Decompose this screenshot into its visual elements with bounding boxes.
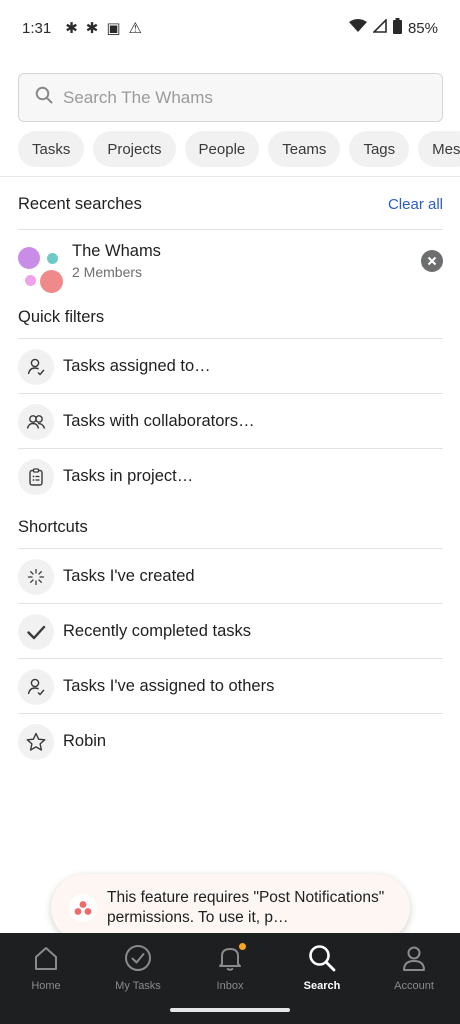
search-input[interactable] <box>63 87 403 108</box>
quick-filter-assigned-to[interactable]: Tasks assigned to… <box>18 339 443 394</box>
quick-filter-label: Tasks in project… <box>63 467 194 485</box>
clear-all-button[interactable]: Clear all <box>388 196 443 213</box>
sparkle-icon <box>18 558 54 595</box>
permission-toast[interactable]: This feature requires "Post Notification… <box>51 874 410 942</box>
inbox-badge <box>239 943 246 950</box>
recent-searches-header: Recent searches Clear all <box>18 190 443 218</box>
star-icon <box>18 723 54 760</box>
status-bar: 1:31 ✱ ✱ ▣ ⚠ 85% <box>0 0 460 56</box>
nav-label: My Tasks <box>115 980 161 992</box>
home-icon <box>32 943 60 973</box>
search-box[interactable] <box>18 73 443 122</box>
shortcut-label: Recently completed tasks <box>63 622 252 640</box>
bell-icon <box>216 943 246 973</box>
shortcut-robin[interactable]: Robin <box>18 714 443 769</box>
avatar-dot <box>25 275 36 286</box>
nav-label: Inbox <box>216 980 244 992</box>
person-check-icon <box>18 348 54 385</box>
toast-message: This feature requires "Post Notification… <box>107 889 385 926</box>
shortcuts-title: Shortcuts <box>18 517 88 536</box>
status-bar-right: 85% <box>348 18 438 38</box>
shortcuts-header: Shortcuts <box>18 513 443 541</box>
quick-filter-collaborators[interactable]: Tasks with collaborators… <box>18 394 443 449</box>
shortcut-recently-completed[interactable]: Recently completed tasks <box>18 604 443 659</box>
chip-people[interactable]: People <box>184 131 260 167</box>
search-icon <box>307 943 337 973</box>
shortcut-label: Tasks I've assigned to others <box>63 677 275 695</box>
shortcut-label: Tasks I've created <box>63 567 195 585</box>
quick-filter-in-project[interactable]: Tasks in project… <box>18 449 443 504</box>
calendar-icon: ▣ <box>106 19 121 37</box>
divider <box>0 176 460 177</box>
nav-label: Search <box>303 980 341 992</box>
recent-searches-title: Recent searches <box>18 194 142 213</box>
slack-icon: ✱ <box>65 19 78 37</box>
warning-icon: ⚠ <box>128 19 142 37</box>
clipboard-icon <box>18 458 54 495</box>
avatar-dot <box>18 247 40 269</box>
asana-logo-icon <box>69 894 97 922</box>
chip-projects[interactable]: Projects <box>93 131 176 167</box>
wifi-icon <box>348 19 367 37</box>
team-avatar <box>18 238 64 293</box>
avatar-dot <box>47 253 58 264</box>
close-icon <box>427 256 437 266</box>
recent-search-item[interactable]: The Whams 2 Members <box>18 231 443 293</box>
chip-tasks[interactable]: Tasks <box>18 131 85 167</box>
search-icon <box>35 86 53 109</box>
battery-icon <box>392 18 402 38</box>
status-time: 1:31 <box>22 19 52 37</box>
nav-label: Account <box>394 980 434 992</box>
filter-chips: Tasks Projects People Teams Tags Mes <box>18 131 460 169</box>
account-icon <box>400 943 428 973</box>
divider <box>18 229 443 230</box>
avatar-dot <box>40 270 63 293</box>
chip-tags[interactable]: Tags <box>349 131 410 167</box>
nav-home[interactable]: Home <box>0 933 92 1024</box>
shortcut-label: Robin <box>63 732 107 750</box>
slack-icon: ✱ <box>85 19 99 37</box>
quick-filters-header: Quick filters <box>18 303 443 331</box>
recent-search-subtitle: 2 Members <box>72 264 143 280</box>
people-icon <box>18 403 54 440</box>
quick-filter-label: Tasks with collaborators… <box>63 412 255 430</box>
chip-teams[interactable]: Teams <box>268 131 341 167</box>
person-check-icon <box>18 668 54 705</box>
shortcut-tasks-created[interactable]: Tasks I've created <box>18 549 443 604</box>
nav-account[interactable]: Account <box>368 933 460 1024</box>
recent-search-name: The Whams <box>72 242 161 260</box>
quick-filters-title: Quick filters <box>18 307 105 326</box>
shortcut-assigned-to-others[interactable]: Tasks I've assigned to others <box>18 659 443 714</box>
signal-icon <box>372 18 387 37</box>
recent-search-text: The Whams 2 Members <box>72 242 161 280</box>
status-bar-left: 1:31 ✱ ✱ ▣ ⚠ <box>22 20 142 37</box>
quick-filter-label: Tasks assigned to… <box>63 357 211 375</box>
remove-recent-button[interactable] <box>421 250 443 272</box>
checkmark-icon <box>18 613 54 650</box>
nav-label: Home <box>31 980 61 992</box>
battery-percent: 85% <box>407 19 438 37</box>
home-indicator[interactable] <box>170 1008 290 1012</box>
check-circle-icon <box>124 943 152 973</box>
chip-messages[interactable]: Mes <box>418 131 460 167</box>
